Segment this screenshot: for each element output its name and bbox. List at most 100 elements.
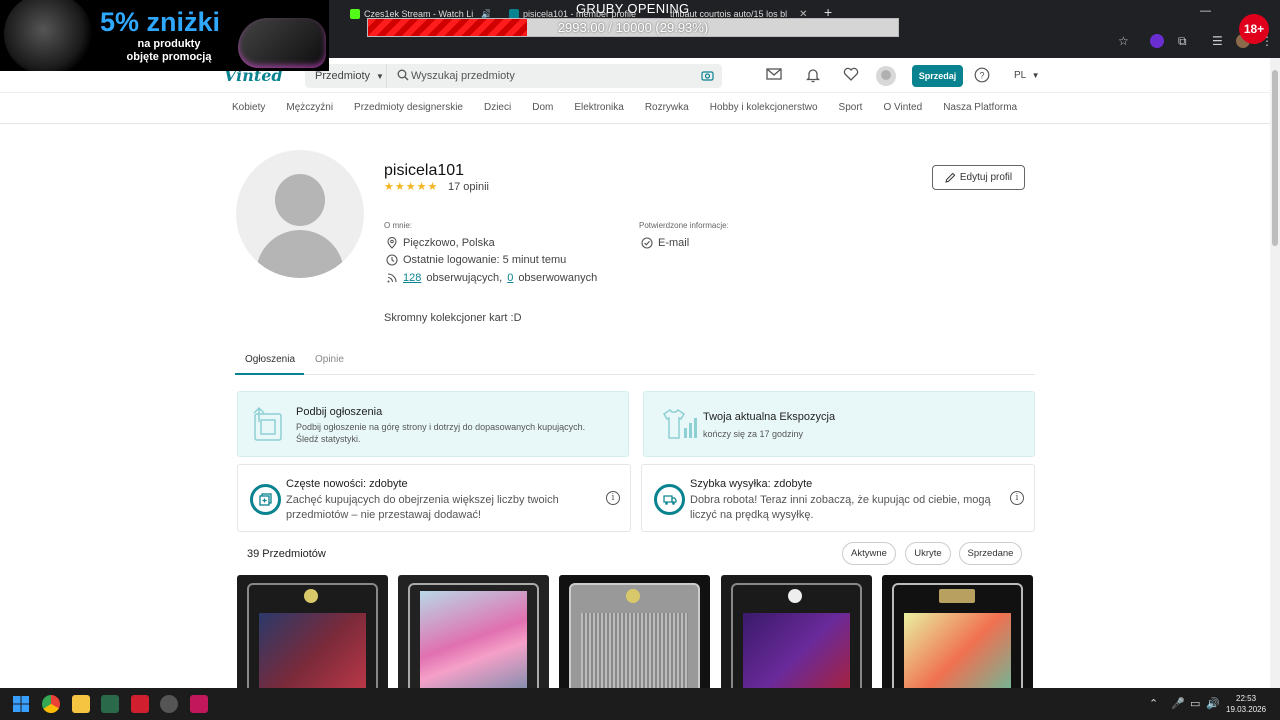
chrome-app-icon[interactable] (42, 695, 60, 713)
soccer-card-image (259, 613, 366, 688)
bump-subtitle-line-1: Podbij ogłoszenie na górę strony i dotrz… (296, 422, 586, 432)
search-bar: Przedmioty ▼ (305, 64, 722, 88)
mouse-image (238, 18, 326, 68)
followers-link[interactable]: 128 (403, 272, 421, 284)
fast-shipping-badge-card: Szybka wysyłka: zdobyte Dobra robota! Te… (641, 464, 1035, 532)
about-label: O mnie: (384, 221, 413, 230)
profile-avatar (236, 150, 364, 278)
camera-search-icon[interactable] (701, 69, 714, 82)
rating-stars[interactable]: ★★★★★ (384, 180, 438, 193)
slab-screw-shape (788, 589, 802, 603)
bump-upload-icon (253, 406, 282, 441)
age-rating-badge: 18+ (1239, 14, 1269, 44)
soccer-card-image (420, 591, 527, 688)
category-nav-item[interactable]: Kobiety (232, 102, 265, 113)
bookmark-star-icon[interactable]: ☆ (1118, 34, 1129, 48)
listing-item-card[interactable] (237, 575, 388, 688)
filter-sold-button[interactable]: Sprzedane (959, 542, 1022, 565)
info-icon[interactable]: i (1010, 491, 1024, 505)
extensions-puzzle-icon[interactable]: ⧉ (1178, 34, 1187, 49)
bump-subtitle: Podbij ogłoszenie na górę strony i dotrz… (296, 421, 585, 445)
windows-taskbar: ⌃ 🎤 ▭ 🔊 22:53 19.03.2026 (0, 688, 1280, 720)
clock-date: 19.03.2026 (1226, 705, 1267, 714)
page-scrollbar[interactable] (1270, 58, 1280, 688)
followers-row: 128 obserwujących, 0 obserwowanych (386, 272, 597, 284)
system-clock[interactable]: 22:53 19.03.2026 (1226, 693, 1266, 715)
category-nav-item[interactable]: Nasza Platforma (943, 102, 1017, 113)
favourites-heart-icon[interactable] (843, 67, 859, 81)
category-select-label: Przedmioty (315, 70, 371, 82)
minimize-icon[interactable]: — (1200, 5, 1211, 17)
sketch-card-image (581, 613, 688, 688)
listing-item-card[interactable] (398, 575, 549, 688)
tab-listings[interactable]: Ogłoszenia (245, 354, 295, 365)
items-count: 39 Przedmiotów (247, 548, 326, 560)
edit-profile-button[interactable]: Edytuj profil (932, 165, 1025, 190)
reading-list-icon[interactable]: ☰ (1212, 34, 1223, 48)
sell-button[interactable]: Sprzedaj (912, 65, 963, 87)
vinted-page: Vinted Przedmioty ▼ Sprzedaj ? PL ▼ (0, 58, 1270, 688)
category-nav-item[interactable]: O Vinted (883, 102, 922, 113)
bump-listings-card[interactable]: Podbij ogłoszenia Podbij ogłoszenie na g… (237, 391, 629, 457)
help-icon[interactable]: ? (974, 67, 990, 83)
category-nav-item[interactable]: Dom (532, 102, 553, 113)
slab-screw-shape (304, 589, 318, 603)
app-icon[interactable] (190, 695, 208, 713)
language-select[interactable]: PL ▼ (1014, 70, 1040, 81)
volume-icon[interactable]: 🔊 (1206, 697, 1220, 710)
category-nav-item[interactable]: Elektronika (574, 102, 623, 113)
display-icon[interactable]: ▭ (1190, 697, 1200, 710)
category-nav-item[interactable]: Dzieci (484, 102, 511, 113)
listing-item-card[interactable] (559, 575, 710, 688)
inbox-mail-icon[interactable] (766, 67, 782, 81)
search-input[interactable] (389, 64, 689, 88)
file-explorer-icon[interactable] (72, 695, 90, 713)
followers-label: obserwujących, (426, 272, 503, 284)
extension-icon[interactable] (1150, 34, 1164, 48)
frequent-uploads-badge-icon (250, 484, 281, 515)
windows-start-icon[interactable] (13, 696, 29, 712)
following-label: obserwowanych (518, 272, 598, 284)
ad-headline: 5% zniżki (100, 7, 221, 37)
ad-subtext: na produkty objęte promocją (114, 38, 224, 64)
fast-shipping-title: Szybka wysyłka: zdobyte (690, 478, 813, 490)
notifications-bell-icon[interactable] (806, 67, 820, 83)
frequent-uploads-desc: Zachęć kupujących do obejrzenia większej… (286, 493, 559, 523)
reviews-count[interactable]: 17 opinii (448, 181, 489, 193)
microphone-icon[interactable]: 🎤 (1171, 697, 1185, 710)
following-link[interactable]: 0 (507, 272, 513, 284)
tray-chevron-icon[interactable]: ⌃ (1149, 697, 1158, 710)
edit-profile-label: Edytuj profil (959, 172, 1013, 183)
category-nav-item[interactable]: Mężczyźni (286, 102, 333, 113)
fast-shipping-desc-line-1: Dobra robota! Teraz inni zobaczą, że kup… (690, 494, 991, 506)
scrollbar-thumb[interactable] (1272, 70, 1278, 246)
filter-hidden-button[interactable]: Ukryte (905, 542, 951, 565)
goal-progress-text: 2993.00 / 10000 (29.93%) (557, 20, 709, 35)
verified-email-text: E-mail (658, 237, 690, 249)
media-app-icon[interactable] (131, 695, 149, 713)
active-tab-indicator (235, 373, 304, 375)
listing-item-card[interactable] (721, 575, 872, 688)
xbox-app-icon[interactable] (101, 695, 119, 713)
frequent-uploads-badge-card: Częste nowości: zdobyte Zachęć kupującyc… (237, 464, 631, 532)
listing-item-card[interactable] (882, 575, 1033, 688)
clock-icon (386, 254, 398, 266)
info-icon[interactable]: i (606, 491, 620, 505)
avatar-body-shape (256, 230, 344, 278)
avatar-head-shape (275, 174, 325, 226)
user-avatar[interactable] (876, 66, 896, 86)
exposure-subtitle: kończy się za 17 godziny (703, 429, 804, 439)
ad-line-2: objęte promocją (126, 51, 212, 63)
app-icon[interactable] (160, 695, 178, 713)
last-login-text: Ostatnie logowanie: 5 minut temu (403, 254, 567, 266)
tab-reviews[interactable]: Opinie (315, 354, 344, 365)
frequent-uploads-desc-line-2: przedmiotów – nie przestawaj dodawać! (286, 509, 482, 521)
catnav-divider (0, 123, 1270, 124)
exposure-card[interactable]: Twoja aktualna Ekspozycja kończy się za … (643, 391, 1035, 457)
filter-active-button[interactable]: Aktywne (842, 542, 896, 565)
promo-ad-overlay: 5% zniżki na produkty objęte promocją (0, 0, 329, 71)
category-nav-item[interactable]: Rozrywka (645, 102, 689, 113)
category-nav-item[interactable]: Hobby i kolekcjonerstwo (710, 102, 818, 113)
category-nav-item[interactable]: Przedmioty designerskie (354, 102, 463, 113)
category-nav-item[interactable]: Sport (839, 102, 863, 113)
